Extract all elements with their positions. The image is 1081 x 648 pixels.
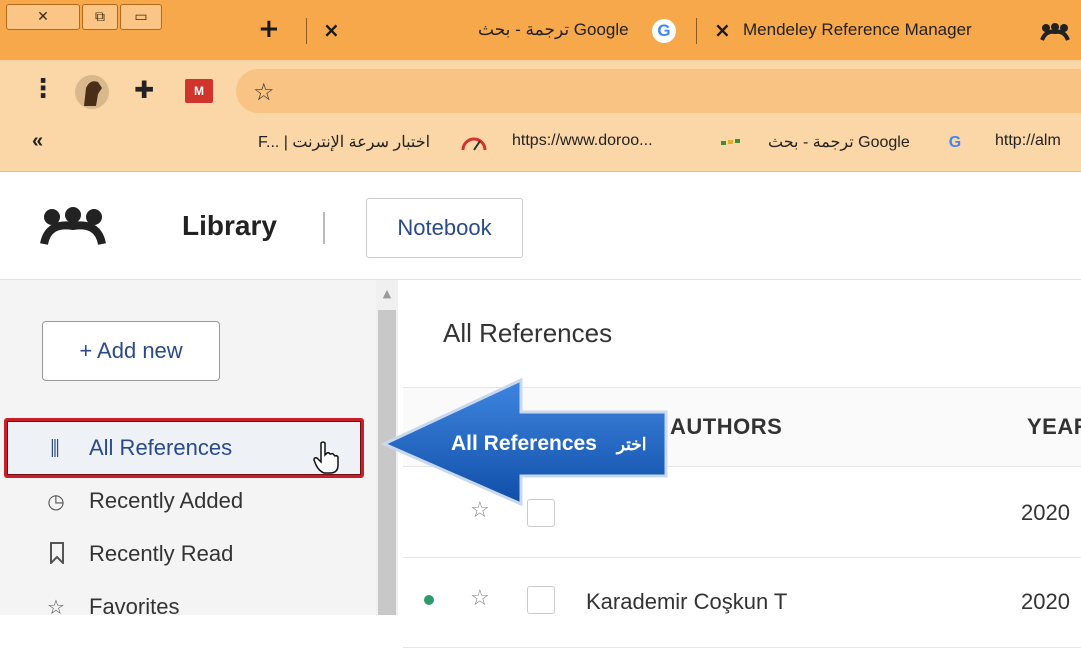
library-icon: ⫼: [50, 436, 60, 460]
tab-title-mendeley[interactable]: Mendeley Reference Manager: [743, 20, 972, 40]
mendeley-extension-icon[interactable]: M: [185, 79, 213, 103]
bookmarks-overflow-button[interactable]: «: [32, 130, 43, 153]
annotation-text-ar: اختر: [616, 435, 647, 454]
column-header-year[interactable]: YEAR: [1027, 414, 1081, 440]
annotation-label: All References اختر: [451, 432, 647, 456]
bookmark-doroob[interactable]: https://www.doroo...: [512, 132, 653, 150]
new-tab-button[interactable]: +: [258, 14, 280, 44]
sidebar-item-recently-added[interactable]: ◷ Recently Added: [4, 474, 376, 528]
scroll-up-arrow-icon[interactable]: ▲: [379, 287, 395, 301]
speedtest-icon: [461, 137, 487, 151]
tab-title-google[interactable]: ترجمة - بحث Google: [478, 20, 629, 40]
close-tab-button[interactable]: ×: [714, 18, 731, 42]
bookmark-alm[interactable]: http://alm: [995, 132, 1061, 150]
row-year: 2020: [1021, 589, 1070, 614]
library-title[interactable]: Library: [182, 210, 277, 242]
sidebar-item-label: All References: [89, 435, 233, 460]
google-icon: G: [948, 134, 962, 151]
row-year: 2020: [1021, 500, 1070, 525]
window-close-button[interactable]: ✕: [6, 4, 80, 30]
sidebar-item-all-references[interactable]: ⫼ All References: [4, 418, 364, 478]
mendeley-logo-icon[interactable]: [40, 206, 106, 246]
google-icon: G: [652, 19, 676, 43]
sidebar-item-label: Recently Added: [89, 488, 244, 513]
unread-dot-icon: [424, 595, 434, 605]
column-header-authors[interactable]: AUTHORS: [670, 414, 782, 440]
hand-cursor-icon: [313, 441, 339, 474]
row-checkbox[interactable]: [527, 586, 555, 614]
add-new-button[interactable]: + Add new: [42, 321, 220, 381]
page-title: All References: [443, 318, 613, 348]
sidebar-item-label: Recently Read: [89, 541, 234, 566]
doroob-icon: [721, 139, 740, 145]
tab-separator: [306, 18, 307, 44]
bookmark-star-icon[interactable]: ☆: [253, 78, 275, 106]
bookmark-google-translate[interactable]: ترجمة - بحث Google: [768, 132, 910, 152]
close-icon: ✕: [37, 9, 49, 25]
annotation-text-en: All References: [451, 432, 597, 455]
sidebar-item-favorites[interactable]: ☆ Favorites: [4, 580, 376, 634]
clock-icon: ◷: [47, 489, 65, 513]
favorite-star-icon[interactable]: ☆: [470, 586, 490, 611]
bookmark-icon: [50, 542, 64, 564]
menu-kebab-icon[interactable]: ⋮: [30, 74, 56, 104]
window-restore-button[interactable]: ⧉: [82, 4, 118, 30]
minimize-icon: ▭: [134, 9, 148, 25]
bookmark-speedtest[interactable]: F... | اختبار سرعة الإنترنت: [258, 132, 430, 152]
sidebar-item-recently-read[interactable]: Recently Read: [4, 527, 376, 581]
window-minimize-button[interactable]: ▭: [120, 4, 162, 30]
header-divider: [323, 212, 325, 244]
app-header: [0, 172, 1081, 280]
sidebar-item-label: Favorites: [89, 594, 180, 619]
star-icon: ☆: [47, 595, 65, 619]
mendeley-icon: [1040, 23, 1070, 41]
row-author: Karademir Coşkun T: [586, 589, 788, 614]
tab-separator: [696, 18, 697, 44]
address-bar[interactable]: [236, 69, 1081, 113]
notebook-button[interactable]: Notebook: [366, 198, 523, 258]
restore-icon: ⧉: [95, 9, 105, 25]
profile-avatar-icon[interactable]: [74, 74, 110, 110]
browser-tab-bar: ✕ ⧉ ▭ + × ترجمة - بحث Google G × Mendele…: [0, 0, 1081, 60]
extensions-puzzle-icon[interactable]: ✚: [134, 76, 154, 104]
close-tab-button[interactable]: ×: [323, 18, 340, 42]
